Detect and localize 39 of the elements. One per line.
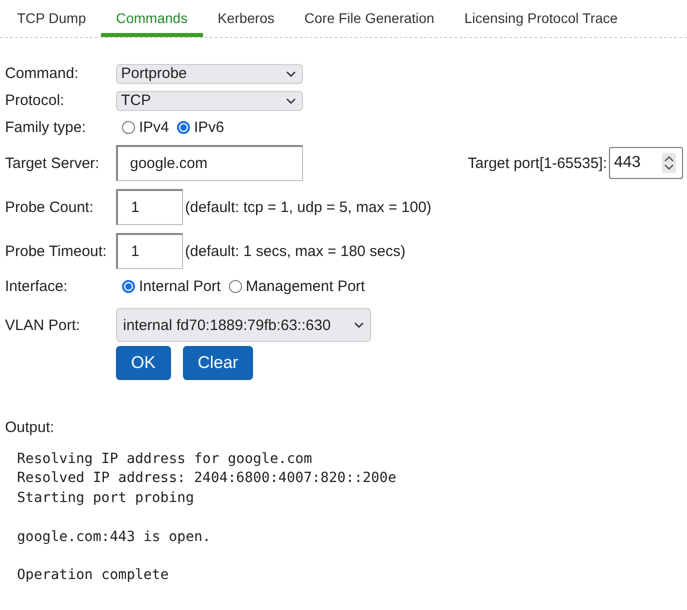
field-label: Family type: <box>5 119 87 136</box>
caret-icon <box>286 98 296 104</box>
radio-button[interactable] <box>177 121 190 134</box>
radio-label: IPv6 <box>194 119 224 136</box>
field-label: Probe Count: <box>5 198 94 216</box>
tab[interactable]: Commands <box>100 0 203 37</box>
radio-label: Management Port <box>246 278 365 295</box>
caret-icon <box>354 322 364 328</box>
field-label: Probe Timeout: <box>5 242 108 260</box>
radio-button[interactable] <box>228 280 242 293</box>
radio-button[interactable] <box>122 280 135 293</box>
hint-text: (default: tcp = 1, udp = 5, max = 100) <box>185 198 432 216</box>
hint-text: (default: 1 secs, max = 180 secs) <box>185 242 406 260</box>
tab[interactable]: Core File Generation <box>289 0 450 37</box>
output-label: Output: <box>5 419 56 436</box>
button[interactable]: OK <box>116 346 171 380</box>
button[interactable]: Clear <box>182 346 254 380</box>
field-label: Interface: <box>5 278 69 295</box>
field-label: Target Server: <box>5 154 100 172</box>
dropdown[interactable]: TCP <box>116 90 303 110</box>
field-label: VLAN Port: <box>5 316 82 334</box>
radio-label: IPv4 <box>139 119 170 136</box>
dropdown[interactable]: Portprobe <box>116 64 303 84</box>
spinner-icon[interactable] <box>662 153 676 173</box>
dropdown[interactable]: internal fd70:1889:79fb:63::630 <box>116 308 371 342</box>
tab[interactable]: TCP Dump <box>2 0 101 37</box>
field-label: Target port[1-65535]: <box>468 154 607 172</box>
field-label: Protocol: <box>5 92 66 109</box>
input-field[interactable]: 1 <box>116 233 183 269</box>
number-field[interactable]: 443 <box>609 147 683 179</box>
radio-button[interactable] <box>122 121 135 134</box>
field-label: Command: <box>5 65 80 82</box>
caret-icon <box>286 70 296 76</box>
input-field[interactable]: google.com <box>116 145 303 181</box>
input-field[interactable]: 1 <box>116 189 183 225</box>
radio-label: Internal Port <box>139 278 221 295</box>
tab[interactable]: Kerberos <box>202 0 290 37</box>
output-text: Resolving IP address for google.com Resolved IP address: 2404:6800:4007:820::200e Starting port probing google.com:443 is open. Operation complete <box>17 450 398 586</box>
tab[interactable]: Licensing Protocol Trace <box>449 0 633 37</box>
